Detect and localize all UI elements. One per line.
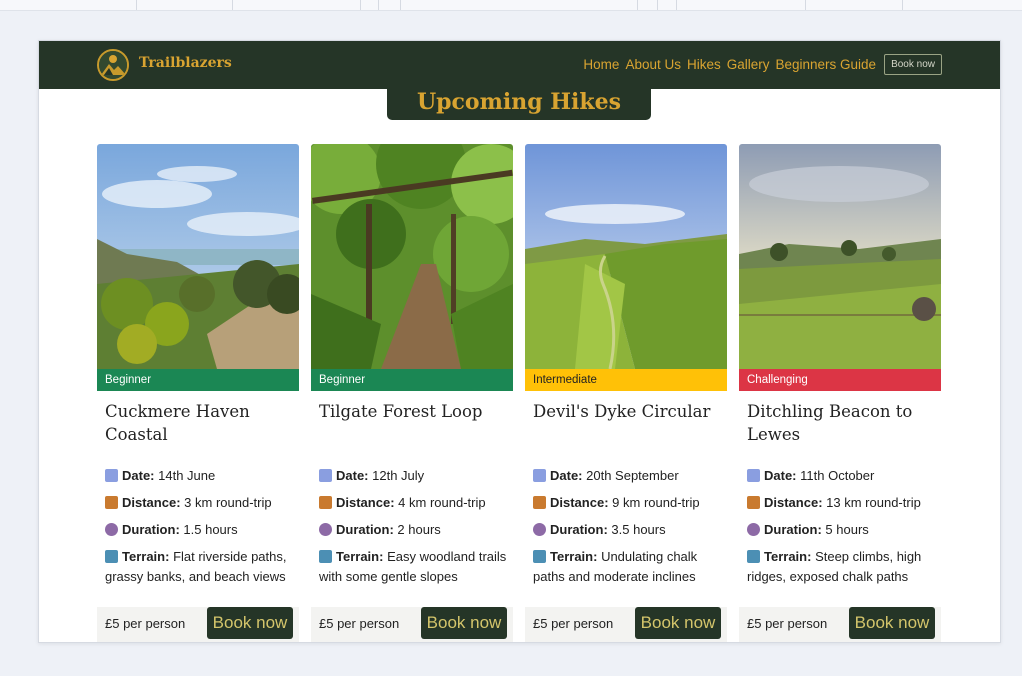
duration-label: Duration:	[550, 522, 608, 537]
duration-value: 3.5 hours	[611, 522, 666, 537]
distance-label: Distance:	[336, 495, 395, 510]
difficulty-badge: Challenging	[739, 369, 941, 391]
calendar-icon	[747, 469, 760, 482]
hike-card: Challenging Ditchling Beacon to Lewes Da…	[739, 144, 941, 642]
terrain-label: Terrain:	[764, 549, 812, 564]
duration-label: Duration:	[764, 522, 822, 537]
nav-book-now-button[interactable]: Book now	[884, 54, 942, 75]
price: £5 per person	[747, 616, 828, 631]
duration-label: Duration:	[122, 522, 180, 537]
nav-link-beginners-guide[interactable]: Beginners Guide	[776, 57, 877, 72]
hike-title: Devil's Dyke Circular	[533, 402, 711, 421]
section-title-tab: Upcoming Hikes	[387, 87, 651, 120]
hike-card: Intermediate Devil's Dyke Circular Date:…	[525, 144, 727, 642]
duration-label: Duration:	[336, 522, 394, 537]
difficulty-badge: Beginner	[97, 369, 299, 391]
terrain-label: Terrain:	[550, 549, 598, 564]
hills-photo-icon	[739, 144, 941, 369]
price: £5 per person	[533, 616, 614, 631]
date-value: 14th June	[158, 468, 216, 483]
distance-value: 9 km round-trip	[612, 495, 700, 510]
duration-value: 1.5 hours	[183, 522, 238, 537]
distance-label: Distance:	[122, 495, 181, 510]
hike-card: Beginner Cuckmere Haven Coastal Date: 14…	[97, 144, 299, 642]
date-label: Date:	[336, 468, 369, 483]
landscape-icon	[319, 550, 332, 563]
hike-details: Date: 20th September Distance: 9 km roun…	[533, 466, 725, 594]
browser-top-strip	[0, 0, 1022, 11]
hike-title: Tilgate Forest Loop	[319, 402, 483, 421]
nav-link-gallery[interactable]: Gallery	[727, 57, 770, 72]
difficulty-badge: Beginner	[311, 369, 513, 391]
date-value: 11th October	[800, 468, 875, 483]
date-value: 12th July	[372, 468, 425, 483]
distance-value: 13 km round-trip	[826, 495, 921, 510]
hiking-boot-icon	[105, 496, 118, 509]
coastal-photo-icon	[97, 144, 299, 369]
stopwatch-icon	[105, 523, 118, 536]
date-label: Date:	[550, 468, 583, 483]
landscape-icon	[533, 550, 546, 563]
card-footer: £5 per person Book now	[525, 607, 727, 642]
difficulty-badge: Intermediate	[525, 369, 727, 391]
calendar-icon	[105, 469, 118, 482]
book-now-button[interactable]: Book now	[207, 607, 293, 639]
brand-name[interactable]: Trailblazers	[139, 55, 232, 71]
duration-value: 2 hours	[397, 522, 441, 537]
distance-value: 4 km round-trip	[398, 495, 486, 510]
page-frame: Trailblazers Home About Us Hikes Gallery…	[38, 40, 1001, 643]
forest-photo-icon	[311, 144, 513, 369]
calendar-icon	[319, 469, 332, 482]
distance-label: Distance:	[764, 495, 823, 510]
hiking-boot-icon	[533, 496, 546, 509]
card-footer: £5 per person Book now	[97, 607, 299, 642]
stopwatch-icon	[747, 523, 760, 536]
hike-title: Ditchling Beacon to Lewes	[747, 402, 913, 444]
terrain-label: Terrain:	[336, 549, 384, 564]
date-label: Date:	[764, 468, 797, 483]
hike-card: Beginner Tilgate Forest Loop Date: 12th …	[311, 144, 513, 642]
distance-label: Distance:	[550, 495, 609, 510]
card-footer: £5 per person Book now	[739, 607, 941, 642]
price: £5 per person	[105, 616, 186, 631]
hiking-boot-icon	[747, 496, 760, 509]
calendar-icon	[533, 469, 546, 482]
navbar: Trailblazers Home About Us Hikes Gallery…	[39, 41, 1000, 89]
date-label: Date:	[122, 468, 155, 483]
hike-details: Date: 11th October Distance: 13 km round…	[747, 466, 939, 594]
valley-photo-icon	[525, 144, 727, 369]
book-now-button[interactable]: Book now	[635, 607, 721, 639]
hike-details: Date: 12th July Distance: 4 km round-tri…	[319, 466, 511, 594]
nav-link-about-us[interactable]: About Us	[625, 57, 681, 72]
landscape-icon	[105, 550, 118, 563]
nav-link-home[interactable]: Home	[583, 57, 619, 72]
stopwatch-icon	[319, 523, 332, 536]
nav-links: Home About Us Hikes Gallery Beginners Gu…	[583, 54, 942, 75]
book-now-button[interactable]: Book now	[421, 607, 507, 639]
section-title: Upcoming Hikes	[416, 89, 622, 115]
price: £5 per person	[319, 616, 400, 631]
duration-value: 5 hours	[825, 522, 869, 537]
hike-details: Date: 14th June Distance: 3 km round-tri…	[105, 466, 297, 594]
date-value: 20th September	[586, 468, 679, 483]
landscape-icon	[747, 550, 760, 563]
distance-value: 3 km round-trip	[184, 495, 272, 510]
hiking-boot-icon	[319, 496, 332, 509]
card-footer: £5 per person Book now	[311, 607, 513, 642]
book-now-button[interactable]: Book now	[849, 607, 935, 639]
trailblazers-logo-icon[interactable]	[97, 49, 129, 81]
stopwatch-icon	[533, 523, 546, 536]
nav-link-hikes[interactable]: Hikes	[687, 57, 721, 72]
hike-title: Cuckmere Haven Coastal	[105, 402, 250, 444]
terrain-label: Terrain:	[122, 549, 170, 564]
